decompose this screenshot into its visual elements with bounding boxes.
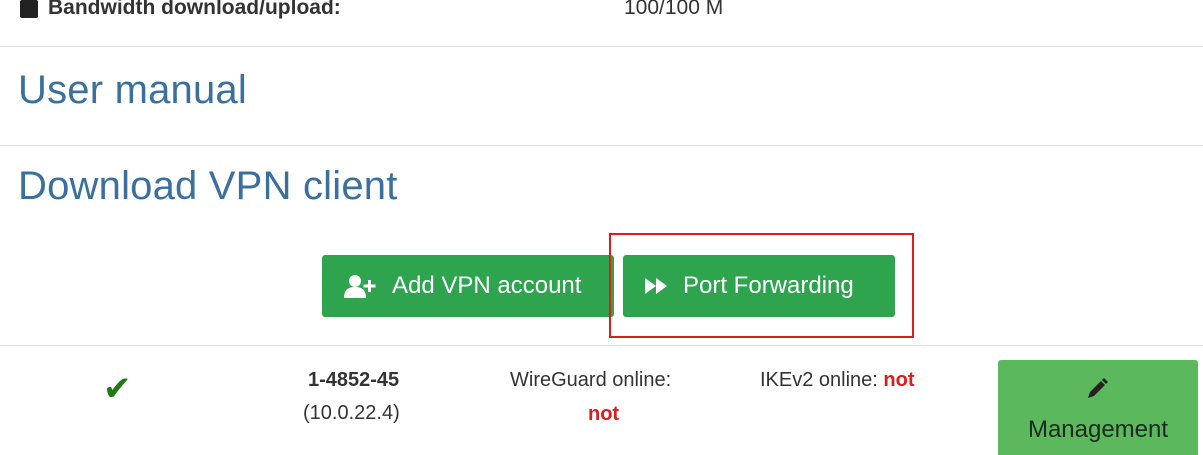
- add-vpn-account-button[interactable]: Add VPN account: [322, 255, 614, 317]
- wireguard-label: WireGuard online:: [510, 369, 672, 391]
- vpn-account-page: Bandwidth download/upload: 100/100 M Use…: [0, 0, 1203, 455]
- pencil-icon: [1086, 378, 1108, 405]
- account-id: 1-4852-45: [308, 369, 400, 391]
- download-vpn-client-link[interactable]: Download VPN client: [18, 164, 398, 209]
- bandwidth-value: 100/100 M: [624, 0, 724, 19]
- port-forwarding-button[interactable]: Port Forwarding: [623, 255, 895, 317]
- port-forwarding-label: Port Forwarding: [683, 272, 854, 299]
- add-user-icon: [344, 274, 378, 298]
- ikev2-status: not: [883, 369, 915, 391]
- divider: [0, 345, 1203, 346]
- divider: [0, 145, 1203, 146]
- management-button[interactable]: Management: [998, 360, 1198, 455]
- wireguard-status: not: [588, 403, 620, 425]
- account-ip: (10.0.22.4): [303, 402, 400, 424]
- divider: [0, 46, 1203, 47]
- check-icon: ✔: [103, 370, 132, 408]
- user-manual-link[interactable]: User manual: [18, 68, 247, 113]
- fast-forward-icon: [645, 276, 669, 296]
- management-label: Management: [1027, 416, 1169, 443]
- bandwidth-label: Bandwidth download/upload:: [48, 0, 341, 19]
- info-icon: [20, 0, 38, 18]
- ikev2-label: IKEv2 online:: [760, 369, 878, 391]
- ikev2-status-text: IKEv2 online: not: [760, 369, 915, 392]
- add-vpn-account-label: Add VPN account: [392, 272, 582, 299]
- vpn-account-row: ✔ 1-4852-45 (10.0.22.4) WireGuard online…: [0, 347, 1203, 455]
- bandwidth-row: Bandwidth download/upload: 100/100 M: [0, 0, 1203, 26]
